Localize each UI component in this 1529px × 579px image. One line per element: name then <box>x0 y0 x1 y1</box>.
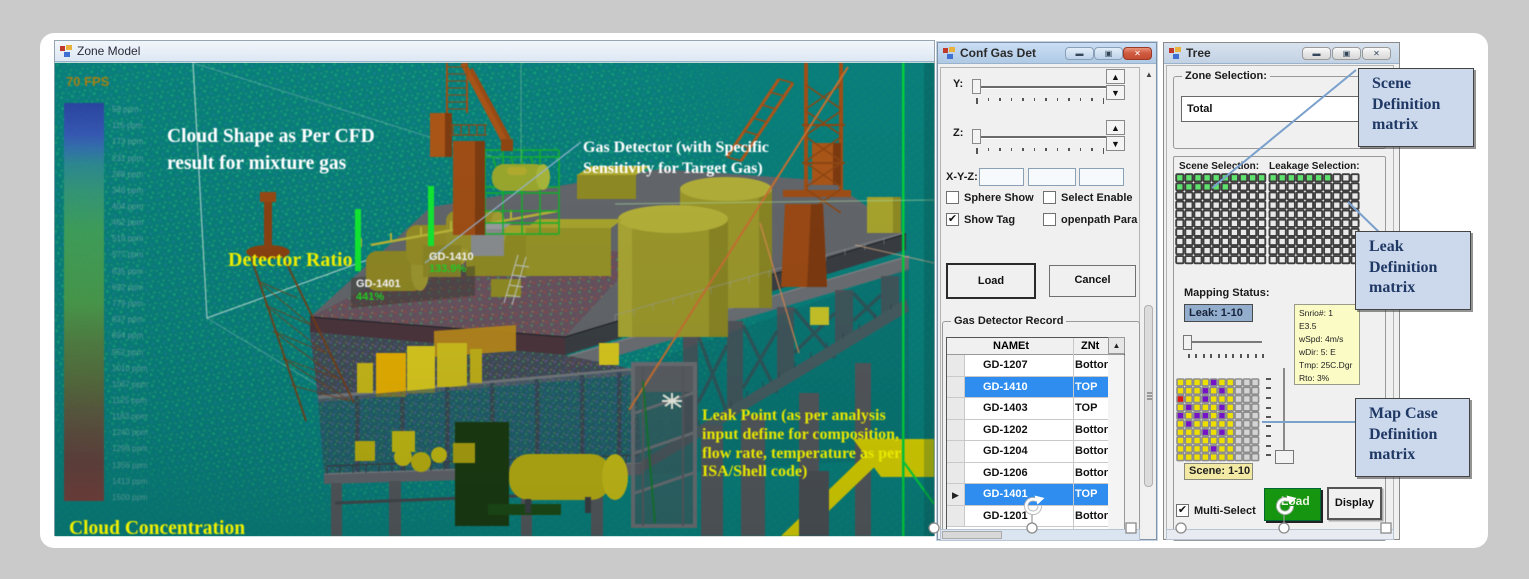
svg-text:Detector Ratio: Detector Ratio <box>228 249 353 271</box>
svg-text:GD-1401: GD-1401 <box>356 278 401 290</box>
svg-text:70 FPS: 70 FPS <box>66 74 110 89</box>
svg-text:Leak Point (as per analysis: Leak Point (as per analysis <box>702 407 886 424</box>
svg-text:441%: 441% <box>356 291 384 303</box>
svg-text:input define for composition,: input define for composition, <box>702 426 899 443</box>
svg-text:Sensitivity for Target Gas): Sensitivity for Target Gas) <box>583 160 763 177</box>
svg-text:Cloud Shape as Per CFD: Cloud Shape as Per CFD <box>167 126 375 147</box>
svg-text:result for mixture gas: result for mixture gas <box>167 153 347 174</box>
svg-text:GD-1410: GD-1410 <box>429 251 474 263</box>
svg-text:Gas Detector (with Specific: Gas Detector (with Specific <box>583 139 769 156</box>
svg-text:Cloud Concentration: Cloud Concentration <box>69 518 245 536</box>
svg-text:133.9%: 133.9% <box>429 263 467 275</box>
svg-text:ISA/Shell code): ISA/Shell code) <box>702 463 807 480</box>
svg-text:flow rate, temperature as per: flow rate, temperature as per <box>702 445 901 462</box>
